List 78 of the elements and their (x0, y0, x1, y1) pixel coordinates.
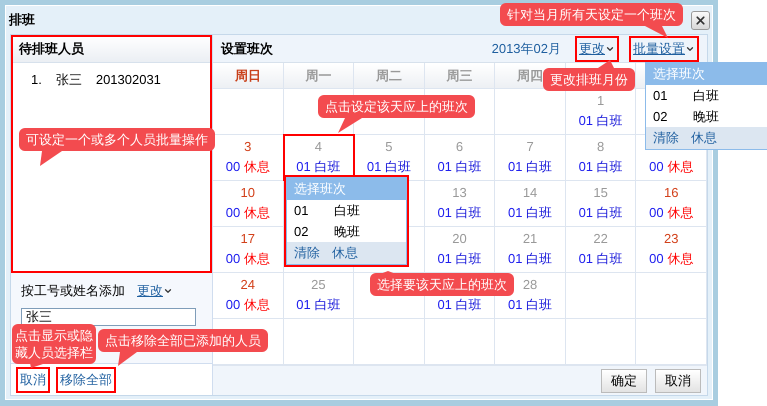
day-number: 24 (240, 277, 256, 293)
action-link[interactable]: 休息 (332, 244, 358, 262)
shift-label[interactable]: 01 白班 (366, 159, 411, 175)
dialog-button[interactable]: 确定 (601, 368, 647, 392)
change-link[interactable]: 更改 (137, 282, 173, 300)
weekday-label: 周三 (424, 63, 496, 89)
shift-label[interactable]: 01 白班 (508, 205, 552, 221)
shift-label[interactable]: 01 白班 (578, 113, 623, 129)
day-number: 25 (311, 277, 326, 293)
day-number: 6 (456, 139, 464, 155)
shift-label[interactable]: 01 白班 (437, 159, 482, 175)
shift-label[interactable]: 01 白班 (508, 159, 552, 175)
panel-title: 设置班次 (221, 40, 273, 58)
day-number: 4 (314, 139, 322, 155)
shift-option[interactable]: 01 白班 (646, 85, 767, 106)
action-link[interactable]: 休息 (691, 129, 717, 147)
popup-title: 选择班次 (646, 63, 767, 85)
callout-tail (645, 26, 668, 38)
weekday-label: 周一 (284, 63, 354, 89)
shift-label[interactable]: 01 白班 (437, 297, 482, 313)
staff-search-field[interactable]: 张三 (21, 308, 196, 326)
shift-label[interactable]: 01 白班 (508, 251, 552, 267)
day-number: 5 (385, 139, 393, 155)
shift-option[interactable]: 02 晚班 (646, 106, 767, 127)
action-link[interactable]: 清除 (294, 244, 320, 262)
staff-row[interactable]: 1. 张三 201302031 (31, 71, 212, 89)
day-number: 15 (593, 185, 608, 201)
add-label: 按工号或姓名添加 (21, 282, 125, 300)
shift-label[interactable]: 01 白班 (437, 251, 482, 267)
day-number: 22 (593, 231, 608, 247)
shift-label[interactable]: 01 白班 (578, 205, 623, 221)
close-button[interactable] (691, 10, 710, 30)
day-number: 7 (526, 139, 534, 155)
shift-label[interactable]: 01 白班 (296, 297, 340, 313)
shift-option[interactable]: 01 白班 (287, 200, 406, 221)
weekday-label: 周日 (213, 63, 284, 89)
caret-icon (163, 286, 173, 296)
day-number: 13 (452, 185, 467, 201)
day-number: 20 (452, 231, 467, 247)
shift-label[interactable]: 01 白班 (578, 251, 623, 267)
day-number: 23 (664, 231, 678, 247)
day-number: 3 (244, 139, 252, 155)
shift-label[interactable]: 01 白班 (296, 159, 340, 175)
action-link[interactable]: 清除 (653, 129, 679, 147)
shift-label[interactable]: 01 白班 (508, 297, 552, 313)
callout-tail (338, 118, 362, 133)
batch-set-link[interactable]: 批量设置 (633, 40, 695, 58)
callout-tail (598, 60, 614, 68)
panel-title: 待排班人员 (19, 40, 84, 58)
day-number: 28 (522, 277, 538, 293)
shift-label[interactable]: 00 休息 (226, 297, 270, 313)
annotation-callout: 点击显示或隐藏人员选择栏 (12, 324, 96, 364)
day-number: 16 (664, 185, 678, 201)
day-number: 14 (522, 185, 538, 201)
window-title: 排班 (9, 11, 35, 29)
change-month-link[interactable]: 更改 (579, 40, 615, 58)
callout-tail (118, 352, 137, 366)
day-number: 8 (597, 139, 604, 155)
day-number: 21 (522, 231, 538, 247)
shift-label[interactable]: 00 休息 (649, 205, 694, 221)
shift-label[interactable]: 01 白班 (437, 205, 482, 221)
weekday-label: 周二 (354, 63, 425, 89)
day-number: 10 (240, 185, 256, 201)
callout-tail (40, 151, 62, 166)
shift-option[interactable]: 02 晚班 (287, 221, 406, 242)
shift-label[interactable]: 00 休息 (649, 159, 694, 175)
shift-label[interactable]: 00 休息 (226, 159, 270, 175)
shift-label[interactable]: 01 白班 (578, 159, 623, 175)
month-label: 2013年02月 (492, 40, 561, 58)
dialog-button[interactable]: 取消 (655, 368, 701, 392)
popup-title: 选择班次 (287, 178, 406, 200)
day-number: 1 (597, 93, 604, 109)
annotation-callout: 选择要该天应上的班次 (370, 273, 514, 296)
close-icon (694, 14, 707, 26)
shift-label[interactable]: 00 休息 (649, 251, 694, 267)
shift-label[interactable]: 00 休息 (226, 205, 270, 221)
shift-label[interactable]: 00 休息 (226, 251, 270, 267)
day-number: 17 (240, 231, 256, 247)
